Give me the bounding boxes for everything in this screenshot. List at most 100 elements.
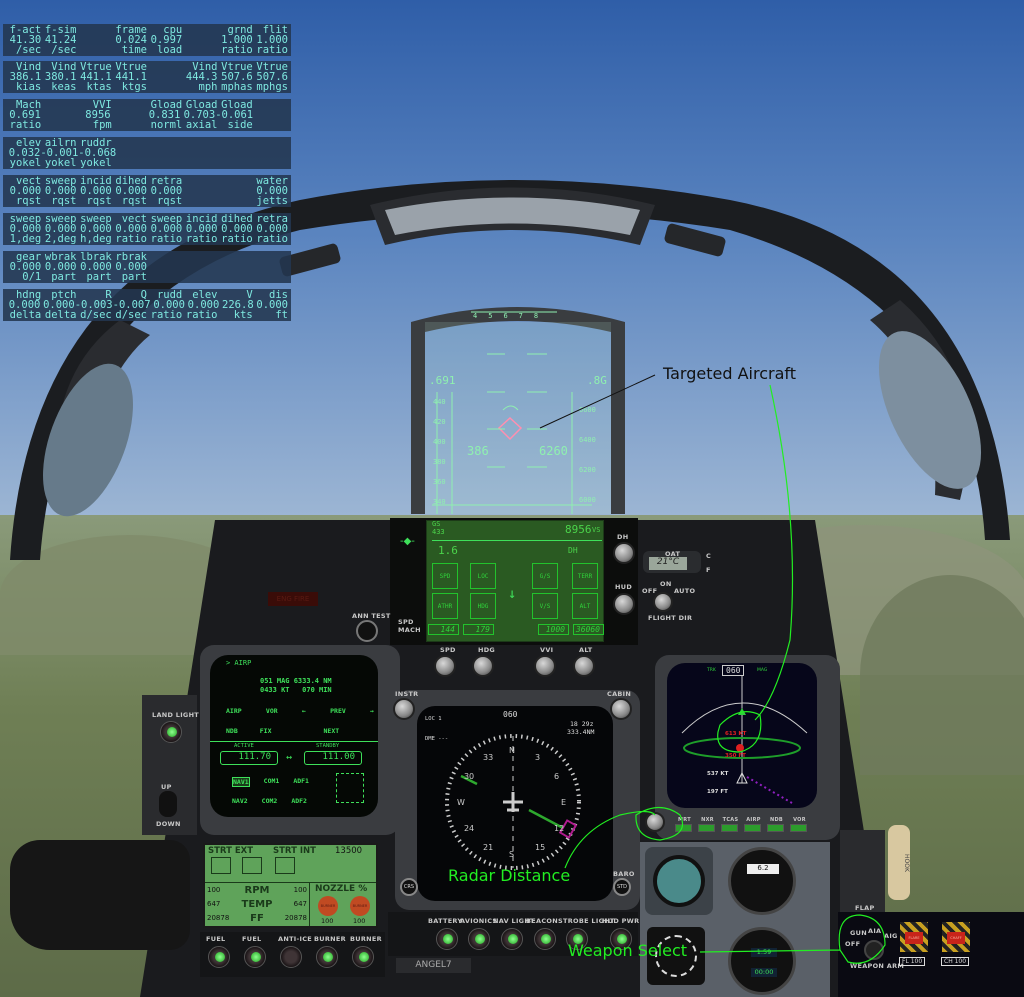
flare-button-guard[interactable]: FLARE (900, 922, 928, 952)
data-cell: mphas (221, 81, 253, 93)
data-cell (218, 138, 253, 148)
data-cell: ratio (185, 233, 218, 245)
tuning-knob-icon[interactable] (336, 773, 364, 803)
cabin-knob[interactable] (610, 698, 632, 720)
hsi-compass-label: 12 (554, 824, 565, 833)
nav-option[interactable]: ← (302, 707, 306, 715)
ap-knob-hdg[interactable] (472, 655, 494, 677)
crs-knob[interactable]: CRS (400, 878, 418, 896)
land-light-switch[interactable] (160, 721, 182, 743)
flare-button[interactable]: FLARE (905, 932, 923, 944)
ap-knob-vvi[interactable] (534, 655, 556, 677)
flight-dir-knob[interactable] (653, 592, 673, 612)
gs-label: GS (432, 520, 441, 528)
eng-fire-warning[interactable]: ENG FIRE (268, 592, 318, 606)
flight-dir-label: FLIGHT DIR (648, 614, 693, 622)
radio-select[interactable]: COM1 (264, 777, 280, 787)
data-cell: rqst (121, 195, 147, 207)
throttle[interactable] (10, 840, 190, 950)
switch-led (359, 952, 369, 962)
radar-filter-button[interactable]: VOR (790, 817, 809, 832)
engine-switch[interactable] (208, 946, 230, 968)
engine-switch[interactable] (352, 946, 374, 968)
radar-range-knob[interactable] (645, 812, 665, 832)
ap-gs-button[interactable]: G/S (532, 563, 558, 589)
weapon-arm-knob[interactable] (864, 940, 884, 960)
electrical-switch[interactable] (501, 928, 523, 950)
annotation-targeted-aircraft: Targeted Aircraft (663, 364, 797, 383)
radio-select[interactable]: NAV1 (232, 777, 250, 787)
radar-filter-button[interactable]: NXR (698, 817, 717, 832)
data-cell: load (156, 44, 183, 56)
instr-knob[interactable] (393, 698, 415, 720)
strt-int-button[interactable] (275, 857, 295, 874)
nav-option[interactable]: NDB (226, 727, 238, 735)
ap-athr-button[interactable]: ATHR (432, 593, 458, 619)
radar-filter-button[interactable]: TCAS (721, 817, 740, 832)
hud-altitude-readout: 6260 (539, 444, 568, 458)
chaff-button[interactable]: CHAFF (947, 932, 965, 944)
data-cell: rqst (15, 195, 42, 207)
nav-option[interactable]: NEXT (324, 727, 340, 735)
radio-select[interactable]: COM2 (262, 797, 278, 805)
radio-select[interactable]: ADF1 (293, 777, 309, 787)
altimeter-readout: 6.2 (747, 864, 779, 874)
hud-heading-tick: 7 (518, 312, 523, 320)
radar-filter-button[interactable]: MRT (675, 817, 694, 832)
nav-option[interactable]: PREV (330, 707, 346, 715)
hsi-compass-label: S (509, 850, 515, 859)
data-panel: hdng ptch R Qrudd elev Vdis 0.000 0.000 -0.003 -0… (3, 289, 291, 321)
engine-switch[interactable] (244, 946, 266, 968)
radio-select[interactable]: ADF2 (291, 797, 307, 805)
engine-switch[interactable] (280, 946, 302, 968)
ap-knob-alt[interactable] (573, 655, 595, 677)
electrical-switch[interactable] (534, 928, 556, 950)
hook-handle[interactable]: HOOK (888, 825, 910, 900)
dh-label: DH (617, 533, 629, 541)
standby-freq[interactable]: 111.00 (304, 751, 362, 765)
radar-mag-label: MAG (757, 668, 768, 673)
ap-alt-button[interactable]: ALT (572, 593, 598, 619)
nav-option[interactable]: VOR (266, 707, 278, 715)
baro-knob[interactable]: STD (613, 878, 631, 896)
nav-option[interactable]: AIRP (226, 707, 242, 715)
ap-vs-button[interactable]: V/S (532, 593, 558, 619)
flap-lever[interactable]: FLAP (840, 830, 885, 915)
data-cell (147, 138, 182, 148)
ap-loc-button[interactable]: LOC (470, 563, 496, 589)
data-cell: ratio (256, 233, 288, 245)
radar-trk-label: TRK (707, 668, 716, 673)
chaff-button-guard[interactable]: CHAFF (942, 922, 970, 952)
data-cell (182, 186, 217, 196)
hud-knob[interactable] (613, 593, 635, 615)
ann-test-button[interactable] (356, 620, 378, 642)
active-freq[interactable]: 111.70 (220, 751, 278, 765)
electrical-switch[interactable] (436, 928, 458, 950)
radio-select[interactable]: NAV2 (232, 797, 248, 805)
data-cell (218, 158, 253, 168)
swap-freq-button[interactable]: ↔ (286, 752, 292, 763)
strt-ext-button-2[interactable] (242, 857, 262, 874)
ap-spd-button[interactable]: SPD (432, 563, 458, 589)
data-cell: keas (51, 81, 77, 93)
ap-readout: 36060 (573, 624, 604, 635)
switch-label: BATTERY (428, 917, 463, 925)
data-row-units: /sec/sec time load ratio ratio (6, 44, 288, 56)
data-cell: ratio (150, 309, 183, 321)
data-row-units: rqst rqst rqst rqst rqst jetts (6, 195, 288, 207)
hud-speed-tick: 360 (433, 478, 446, 486)
ap-terr-button[interactable]: TERR (572, 563, 598, 589)
nav-option[interactable]: FIX (260, 727, 272, 735)
nav-option[interactable]: → (370, 707, 374, 715)
radar-filter-button[interactable]: AIRP (744, 817, 763, 832)
engine-rpm-value: 13500 (335, 846, 363, 856)
ap-hdg-button[interactable]: HDG (470, 593, 496, 619)
ap-knob-spd[interactable] (434, 655, 456, 677)
gear-handle[interactable] (159, 791, 177, 817)
radar-filter-button[interactable]: NDB (767, 817, 786, 832)
weapon-gun: GUN (850, 929, 867, 937)
dh-knob[interactable] (613, 542, 635, 564)
electrical-switch[interactable] (468, 928, 490, 950)
engine-switch[interactable] (316, 946, 338, 968)
strt-ext-button[interactable] (211, 857, 231, 874)
